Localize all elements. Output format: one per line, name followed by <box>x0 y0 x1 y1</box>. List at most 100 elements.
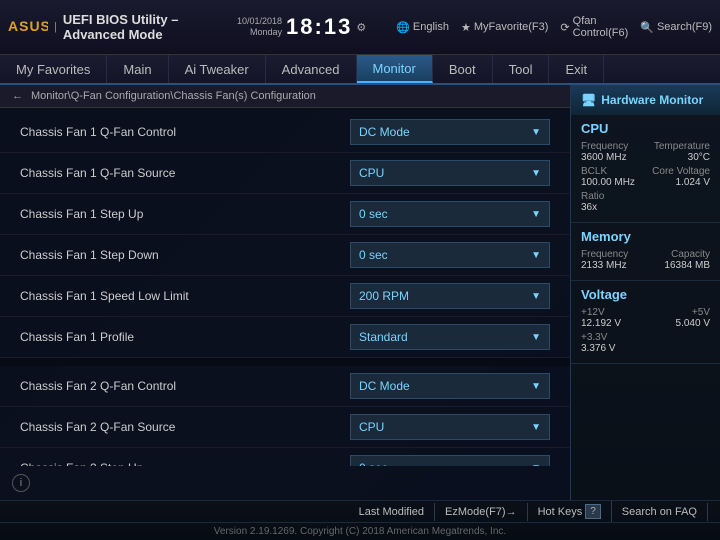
section-divider <box>0 358 570 366</box>
dropdown-arrow-icon: ▼ <box>531 381 541 392</box>
bottom-left: i <box>0 466 570 500</box>
cf1-step-up-dropdown[interactable]: 0 sec ▼ <box>350 201 550 227</box>
cf1-qfan-control-label: Chassis Fan 1 Q-Fan Control <box>20 125 350 139</box>
nav-my-favorites[interactable]: My Favorites <box>0 55 107 83</box>
nav-monitor[interactable]: Monitor <box>357 55 433 83</box>
top-bar: ASUS | UEFI BIOS Utility – Advanced Mode… <box>0 0 720 55</box>
footer-copyright: Version 2.19.1269. Copyright (C) 2018 Am… <box>0 523 720 540</box>
nav-boot[interactable]: Boot <box>433 55 493 83</box>
table-row: Chassis Fan 1 Q-Fan Control DC Mode ▼ <box>0 112 570 153</box>
hw-bclk-label: BCLK <box>581 166 635 177</box>
breadcrumb-text: Monitor\Q-Fan Configuration\Chassis Fan(… <box>31 90 316 102</box>
qfan-link[interactable]: ⟳ Qfan Control(F6) <box>560 15 628 39</box>
hw-mem-cap-label: Capacity <box>664 249 710 260</box>
hw-row: +3.3V 3.376 V <box>581 332 710 354</box>
nav-ai-tweaker[interactable]: Ai Tweaker <box>169 55 266 83</box>
language-link[interactable]: 🌐 English <box>396 21 449 34</box>
footer: Last Modified EzMode(F7)→ Hot Keys ? Sea… <box>0 500 720 540</box>
hw-5v-label: +5V <box>676 307 710 318</box>
hw-row: BCLK 100.00 MHz Core Voltage 1.024 V <box>581 166 710 188</box>
info-icon[interactable]: i <box>12 474 30 492</box>
hw-bclk-value: 100.00 MHz <box>581 177 635 188</box>
cf1-step-down-dropdown[interactable]: 0 sec ▼ <box>350 242 550 268</box>
hw-12v-value: 12.192 V <box>581 318 621 329</box>
top-links: 🌐 English ★ MyFavorite(F3) ⟳ Qfan Contro… <box>396 15 712 39</box>
hw-ratio-label: Ratio <box>581 191 710 202</box>
bios-title: UEFI BIOS Utility – Advanced Mode <box>63 12 207 42</box>
hw-33v-label: +3.3V <box>581 332 710 343</box>
hw-freq-value: 3600 MHz <box>581 152 628 163</box>
hw-temp-value: 30°C <box>654 152 710 163</box>
logo-divider: | <box>54 21 57 33</box>
hardware-monitor-title: 🖥 Hardware Monitor <box>571 85 720 115</box>
hw-cpu-section: CPU Frequency 3600 MHz Temperature 30°C … <box>571 115 720 223</box>
hw-memory-title: Memory <box>581 229 710 244</box>
monitor-icon: 🖥 <box>581 93 596 107</box>
table-row: Chassis Fan 1 Speed Low Limit 200 RPM ▼ <box>0 276 570 317</box>
hw-mem-cap-value: 16384 MB <box>664 260 710 271</box>
dropdown-arrow-icon: ▼ <box>531 209 541 220</box>
settings-gear-icon[interactable]: ⚙ <box>356 21 366 34</box>
hw-temp-label: Temperature <box>654 141 710 152</box>
table-row: Chassis Fan 2 Q-Fan Control DC Mode ▼ <box>0 366 570 407</box>
cf2-step-up-dropdown[interactable]: 0 sec ▼ <box>350 455 550 466</box>
table-row: Chassis Fan 1 Q-Fan Source CPU ▼ <box>0 153 570 194</box>
cf1-step-down-label: Chassis Fan 1 Step Down <box>20 248 350 262</box>
cf1-profile-dropdown[interactable]: Standard ▼ <box>350 324 550 350</box>
dropdown-arrow-icon: ▼ <box>531 332 541 343</box>
cf1-step-up-label: Chassis Fan 1 Step Up <box>20 207 350 221</box>
cf2-qfan-control-label: Chassis Fan 2 Q-Fan Control <box>20 379 350 393</box>
hw-corevolt-label: Core Voltage <box>652 166 710 177</box>
cf2-qfan-source-dropdown[interactable]: CPU ▼ <box>350 414 550 440</box>
footer-buttons: Last Modified EzMode(F7)→ Hot Keys ? Sea… <box>0 501 720 523</box>
cf1-qfan-source-dropdown[interactable]: CPU ▼ <box>350 160 550 186</box>
nav-exit[interactable]: Exit <box>549 55 604 83</box>
nav-main[interactable]: Main <box>107 55 168 83</box>
hw-12v-label: +12V <box>581 307 621 318</box>
cf1-speed-low-dropdown[interactable]: 200 RPM ▼ <box>350 283 550 309</box>
hot-keys-badge: ? <box>585 504 601 519</box>
nav-advanced[interactable]: Advanced <box>266 55 357 83</box>
hw-memory-section: Memory Frequency 2133 MHz Capacity 16384… <box>571 223 720 281</box>
hw-voltage-title: Voltage <box>581 287 710 302</box>
content-area: ← Monitor\Q-Fan Configuration\Chassis Fa… <box>0 85 720 500</box>
nav-bar: My Favorites Main Ai Tweaker Advanced Mo… <box>0 55 720 85</box>
hw-row: Ratio 36x <box>581 191 710 213</box>
hw-mem-freq-label: Frequency <box>581 249 628 260</box>
hw-ratio-value: 36x <box>581 202 710 213</box>
svg-text:ASUS: ASUS <box>8 18 48 34</box>
myfavorite-link[interactable]: ★ MyFavorite(F3) <box>461 21 548 34</box>
hw-33v-value: 3.376 V <box>581 343 710 354</box>
breadcrumb: ← Monitor\Q-Fan Configuration\Chassis Fa… <box>0 85 570 108</box>
back-arrow[interactable]: ← <box>12 90 23 102</box>
hw-mem-freq-value: 2133 MHz <box>581 260 628 271</box>
table-row: Chassis Fan 1 Profile Standard ▼ <box>0 317 570 358</box>
datetime-area: 10/01/2018 Monday 18:13 ⚙ <box>237 14 366 40</box>
hardware-monitor-panel: 🖥 Hardware Monitor CPU Frequency 3600 MH… <box>570 85 720 500</box>
search-link[interactable]: 🔍 Search(F9) <box>640 21 712 34</box>
dropdown-arrow-icon: ▼ <box>531 127 541 138</box>
hw-cpu-title: CPU <box>581 121 710 136</box>
cf1-qfan-control-dropdown[interactable]: DC Mode ▼ <box>350 119 550 145</box>
hw-voltage-section: Voltage +12V 12.192 V +5V 5.040 V +3.3V … <box>571 281 720 364</box>
last-modified-button[interactable]: Last Modified <box>349 503 435 521</box>
settings-list: Chassis Fan 1 Q-Fan Control DC Mode ▼ Ch… <box>0 108 570 466</box>
cf2-qfan-control-dropdown[interactable]: DC Mode ▼ <box>350 373 550 399</box>
logo-area: ASUS | UEFI BIOS Utility – Advanced Mode <box>8 12 207 42</box>
table-row: Chassis Fan 2 Step Up 0 sec ▼ <box>0 448 570 466</box>
time-display: 18:13 <box>286 14 352 40</box>
hw-freq-label: Frequency <box>581 141 628 152</box>
copyright-text: Version 2.19.1269. Copyright (C) 2018 Am… <box>214 526 506 537</box>
hw-row: +12V 12.192 V +5V 5.040 V <box>581 307 710 329</box>
hw-row: Frequency 3600 MHz Temperature 30°C <box>581 141 710 163</box>
search-faq-button[interactable]: Search on FAQ <box>612 503 708 521</box>
hot-keys-button[interactable]: Hot Keys ? <box>528 501 612 522</box>
nav-tool[interactable]: Tool <box>493 55 550 83</box>
ezmode-button[interactable]: EzMode(F7)→ <box>435 503 528 521</box>
asus-logo: ASUS <box>8 17 48 38</box>
table-row: Chassis Fan 1 Step Up 0 sec ▼ <box>0 194 570 235</box>
date-line2: Monday <box>250 27 282 38</box>
dropdown-arrow-icon: ▼ <box>531 291 541 302</box>
dropdown-arrow-icon: ▼ <box>531 168 541 179</box>
cf2-qfan-source-label: Chassis Fan 2 Q-Fan Source <box>20 420 350 434</box>
